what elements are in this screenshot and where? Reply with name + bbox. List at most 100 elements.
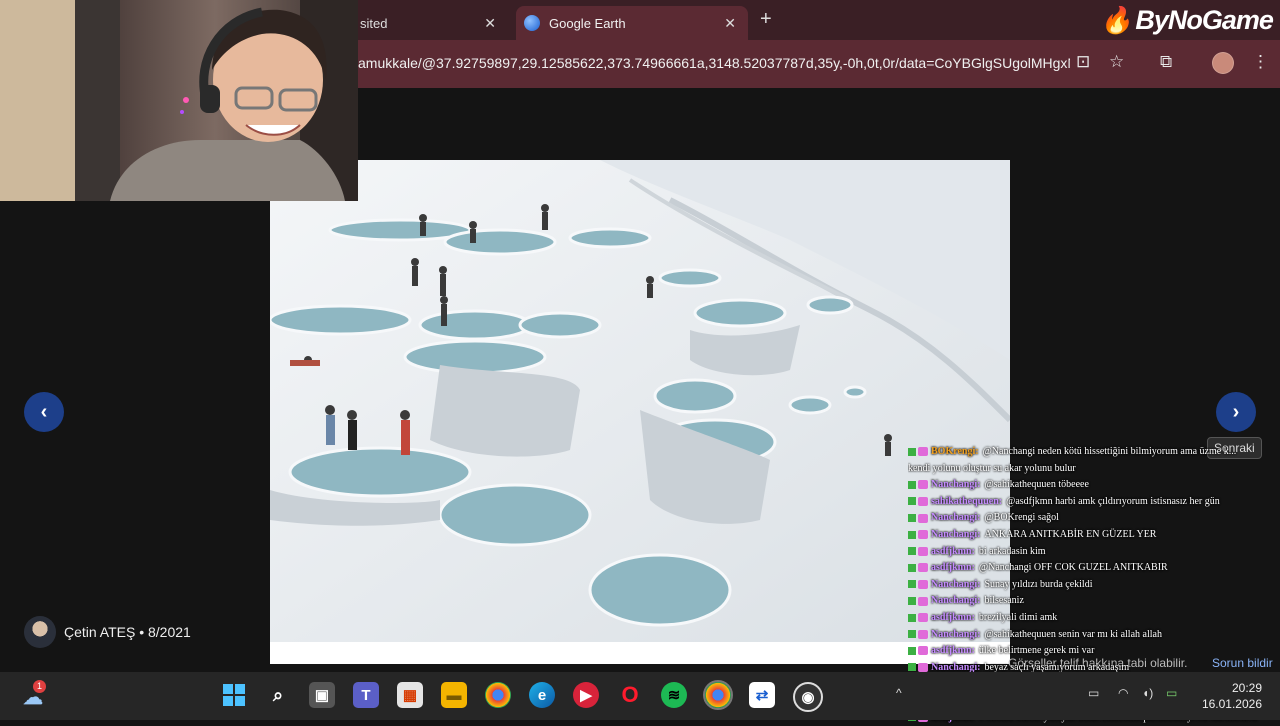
webcam-image [0,0,358,201]
chevron-right-icon: › [1233,401,1240,424]
photo-credit[interactable]: Çetin ATEŞ • 8/2021 [24,616,191,648]
extensions-icon[interactable]: ⧉ [1160,52,1172,72]
menu-kebab-icon[interactable]: ⋮ [1252,52,1269,72]
next-image-button[interactable]: › [1216,392,1256,432]
chat-text: @Nanchangi neden kötü hissettiğini bilmi… [983,446,1237,457]
chat-text: @Nanchangi OFF COK GUZEL ANITKABIR [979,562,1168,573]
network-adapter-icon[interactable]: ▭ [1088,686,1099,700]
heart-badge-icon [918,613,928,622]
heart-badge-icon [918,547,928,556]
chat-message: Nanchangi: @sahikathequuen töbeeee [908,477,1280,494]
mod-badge-icon [908,597,916,605]
teams-icon[interactable]: T [353,682,379,708]
chat-text: ülke belirtmene gerek mi var [979,645,1095,656]
clock-time: 20:29 [1196,680,1262,696]
mod-badge-icon [908,531,916,539]
mod-badge-icon [908,630,916,638]
chat-message: sahikathequuen:@asdfjkmn harbi amk çıldı… [908,494,1280,511]
windows-start-icon[interactable] [221,682,247,708]
wifi-icon[interactable]: ◠ [1118,686,1128,700]
pamukkale-photo[interactable] [270,160,1010,664]
search-icon[interactable]: ⌕ [265,682,291,708]
mod-badge-icon [908,481,916,489]
chat-username: BOKrengi: [931,446,979,457]
url-field[interactable]: amukkale/@37.92759897,29.12585622,373.74… [358,55,1070,71]
task-view-icon[interactable]: ▣ [309,682,335,708]
chat-username: Nanchangi: [931,529,980,540]
clock-date: 16.01.2026 [1196,696,1262,712]
author-and-date: Çetin ATEŞ • 8/2021 [64,624,191,640]
chat-text: @sahikathequuen senin var mı ki allah al… [984,629,1162,640]
chat-username: Nanchangi: [931,579,980,590]
author-avatar [24,616,56,648]
chat-message: Nanchangi: bilsesaniz [908,593,1280,610]
spotify-icon[interactable]: ≋ [661,682,687,708]
chat-username: sahikathequuen: [931,496,1002,507]
file-explorer-icon[interactable]: ▬ [441,682,467,708]
flame-icon: 🔥 [1100,5,1131,36]
chevron-left-icon: ‹ [41,401,48,424]
chat-username: asdfjkmn: [931,562,975,573]
chat-text: ANKARA ANITKABİR EN GÜZEL YER [984,529,1156,540]
chrome-profile-icon[interactable] [705,682,731,708]
chat-username: asdfjkmn: [931,645,975,656]
heart-badge-icon [918,447,928,456]
system-clock[interactable]: 20:29 16.01.2026 [1196,680,1262,712]
heart-badge-icon [918,646,928,655]
mod-badge-icon [908,448,916,456]
bynogame-logo: 🔥 ByNoGame [1100,2,1273,38]
heart-badge-icon [918,563,928,572]
chrome-icon[interactable] [485,682,511,708]
close-tab-icon[interactable]: ✕ [484,15,496,32]
heart-badge-icon [918,497,928,506]
notification-badge: 1 [33,680,46,693]
install-app-icon[interactable]: ⊡ [1076,52,1090,72]
battery-icon[interactable]: ▭ [1166,686,1177,700]
chat-text: brezilyali dimi amk [979,612,1057,623]
tab-visited[interactable]: sited ✕ [358,6,508,40]
chat-username: Nanchangi: [931,629,980,640]
travertine-terraces-image [270,160,1010,664]
chat-text: Sunay yıldızı burda çekildi [984,579,1092,590]
store-icon[interactable]: ▦ [397,682,423,708]
show-hidden-icons-icon[interactable]: ^ [896,686,902,700]
streamer-webcam [0,0,358,201]
chat-username: Nanchangi: [931,595,980,606]
app-switch-icon[interactable]: ⇄ [749,682,775,708]
mod-badge-icon [908,614,916,622]
opera-icon[interactable]: O [617,682,643,708]
heart-badge-icon [918,580,928,589]
chat-message: Nanchangi: Sunay yıldızı burda çekildi [908,577,1280,594]
chat-text: bilsesaniz [984,595,1023,606]
edge-icon[interactable]: e [529,682,555,708]
heart-badge-icon [918,480,928,489]
windows-taskbar: ☁ ⌕ ▣ T ▦ ▬ e ▶ O ≋ ⇄ ◉ ^ ▭ ◠ ◖) ▭ 20:29… [0,672,1280,720]
chat-message: Nanchangi: @sahikathequuen senin var mı k… [908,627,1280,644]
mod-badge-icon [908,514,916,522]
chat-text: @BOKrengi sağol [984,512,1058,523]
chat-message: asdfjkmn:bi arkadasin kim [908,544,1280,561]
profile-avatar[interactable] [1212,52,1234,74]
chat-message: kendi yolunu oluştur su akar yolunu bulu… [908,461,1280,478]
brand-text: ByNoGame [1135,5,1273,36]
volume-icon[interactable]: ◖) [1142,686,1153,700]
close-tab-icon[interactable]: ✕ [724,15,736,32]
chat-username: asdfjkmn: [931,546,975,557]
mod-badge-icon [908,663,916,671]
mod-badge-icon [908,497,916,505]
chat-message: asdfjkmn: @Nanchangi OFF COK GUZEL ANITKA… [908,560,1280,577]
chat-username: Nanchangi: [931,512,980,523]
chat-message: BOKrengi: @Nanchangi neden kötü hissettiğ… [908,444,1280,461]
mod-badge-icon [908,647,916,655]
chat-message: Nanchangi: ANKARA ANITKABİR EN GÜZEL YER [908,527,1280,544]
tab-google-earth[interactable]: Google Earth ✕ [516,6,748,40]
bookmark-star-icon[interactable]: ☆ [1109,52,1124,72]
media-player-icon[interactable]: ▶ [573,682,599,708]
obs-icon[interactable]: ◉ [793,682,823,712]
new-tab-button[interactable]: + [760,8,772,31]
chat-username: Nanchangi: [931,479,980,490]
previous-image-button[interactable]: ‹ [24,392,64,432]
heart-badge-icon [918,663,928,672]
google-earth-icon [524,15,540,31]
chat-text: @sahikathequuen töbeeee [984,479,1088,490]
